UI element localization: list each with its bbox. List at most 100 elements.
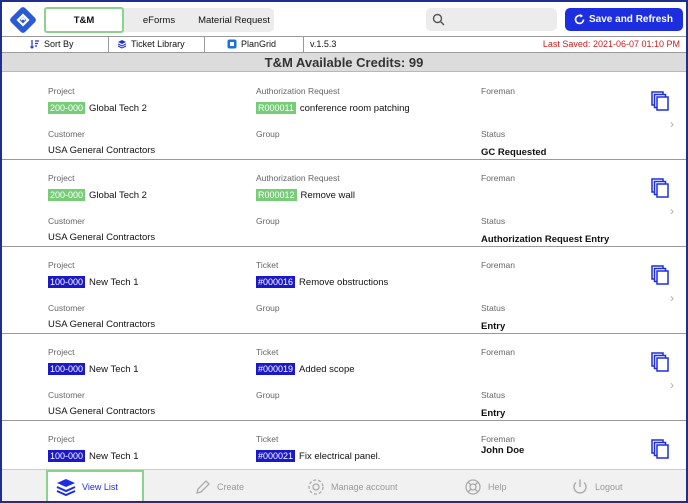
- customer-label: Customer: [48, 303, 85, 313]
- app-window: T&M eForms Material Request Save and Ref…: [0, 0, 688, 503]
- ticket-library-label: Ticket Library: [131, 39, 185, 49]
- customer-label: Customer: [48, 216, 85, 226]
- list-item[interactable]: Project 200-000 Global Tech 2 Customer U…: [2, 73, 686, 160]
- foreman-label: Foreman: [481, 86, 516, 96]
- project-name: Global Tech 2: [89, 189, 147, 201]
- ref-code-badge: #000021: [256, 450, 296, 462]
- app-logo-icon: [10, 7, 36, 33]
- foreman-value: John Doe: [481, 445, 525, 456]
- ref-value: R000012 Remove wall: [256, 189, 355, 201]
- ref-value: R000011 conference room patching: [256, 102, 410, 114]
- ref-code-badge: R000011: [256, 102, 296, 114]
- ref-title: conference room patching: [299, 102, 410, 114]
- copy-icon[interactable]: [651, 265, 669, 285]
- list-item[interactable]: Project 200-000 Global Tech 2 Customer U…: [2, 160, 686, 247]
- sort-by-label: Sort By: [44, 39, 74, 49]
- project-label: Project: [48, 173, 75, 183]
- group-label: Group: [256, 303, 280, 313]
- tab-bar: T&M eForms Material Request: [44, 7, 274, 33]
- nav-logout-label: Logout: [595, 481, 623, 492]
- ref-title: Remove obstructions: [299, 276, 389, 288]
- top-bar: T&M eForms Material Request Save and Ref…: [2, 2, 686, 36]
- ticket-library-button[interactable]: Ticket Library: [117, 39, 185, 49]
- version-label: v.1.5.3: [310, 39, 337, 49]
- project-value: 100-000 New Tech 1: [48, 363, 139, 375]
- bottom-nav: View List Create Manage account Help Log…: [2, 469, 686, 501]
- list-item[interactable]: Project 100-000 New Tech 1 Ticket #00002…: [2, 421, 686, 469]
- project-name: New Tech 1: [89, 276, 139, 288]
- copy-icon[interactable]: [651, 178, 669, 198]
- project-value: 100-000 New Tech 1: [48, 276, 139, 288]
- customer-label: Customer: [48, 129, 85, 139]
- plangrid-button[interactable]: PlanGrid: [227, 39, 276, 49]
- chevron-right-icon: ›: [670, 117, 674, 131]
- power-icon: [573, 479, 587, 494]
- copy-icon[interactable]: [651, 439, 669, 459]
- status-value: Entry: [481, 321, 506, 332]
- ref-code-badge: #000019: [256, 363, 296, 375]
- ref-title: Added scope: [299, 363, 355, 375]
- plangrid-label: PlanGrid: [241, 39, 277, 49]
- list-item[interactable]: Project 100-000 New Tech 1 Customer USA …: [2, 247, 686, 334]
- project-code-badge: 100-000: [48, 363, 86, 375]
- search-icon: [432, 13, 445, 26]
- search-input[interactable]: [426, 8, 557, 31]
- status-value: Authorization Request Entry: [481, 234, 610, 245]
- project-label: Project: [48, 260, 75, 270]
- gear-icon: [308, 478, 324, 495]
- nav-view-list[interactable]: View List: [46, 470, 144, 501]
- nav-view-list-label: View List: [82, 481, 118, 492]
- chevron-right-icon: ›: [670, 291, 674, 305]
- nav-manage-account-label: Manage account: [331, 481, 398, 492]
- project-name: New Tech 1: [89, 450, 139, 462]
- save-and-refresh-button[interactable]: Save and Refresh: [565, 8, 683, 31]
- ref-label: Ticket: [256, 260, 279, 270]
- tab-eforms[interactable]: eForms: [124, 8, 194, 32]
- project-code-badge: 200-000: [48, 102, 86, 114]
- nav-help[interactable]: Help: [464, 470, 507, 501]
- foreman-label: Foreman: [481, 434, 516, 444]
- group-label: Group: [256, 390, 280, 400]
- toolbar: Sort By Ticket Library PlanGrid v.1.5.3 …: [2, 36, 686, 53]
- nav-logout[interactable]: Logout: [571, 470, 623, 501]
- foreman-label: Foreman: [481, 260, 516, 270]
- ref-label: Authorization Request: [256, 86, 340, 96]
- save-and-refresh-label: Save and Refresh: [589, 14, 673, 25]
- ref-title: Remove wall: [300, 189, 355, 201]
- ticket-list: Project 200-000 Global Tech 2 Customer U…: [2, 73, 686, 469]
- nav-create[interactable]: Create: [195, 470, 245, 501]
- ref-title: Fix electrical panel.: [299, 450, 381, 462]
- ref-value: #000016 Remove obstructions: [256, 276, 388, 288]
- nav-create-label: Create: [217, 481, 245, 492]
- lifebuoy-icon: [465, 478, 481, 495]
- foreman-label: Foreman: [481, 173, 516, 183]
- tab-material-request[interactable]: Material Request: [194, 8, 274, 32]
- customer-value: USA General Contractors: [48, 406, 156, 417]
- ref-label: Authorization Request: [256, 173, 340, 183]
- copy-icon[interactable]: [651, 91, 669, 111]
- stack-icon: [56, 478, 76, 496]
- nav-manage-account[interactable]: Manage account: [307, 470, 398, 501]
- ref-value: #000019 Added scope: [256, 363, 355, 375]
- project-label: Project: [48, 434, 75, 444]
- customer-value: USA General Contractors: [48, 145, 156, 156]
- customer-value: USA General Contractors: [48, 232, 156, 243]
- tab-tm[interactable]: T&M: [44, 7, 124, 33]
- copy-icon[interactable]: [651, 352, 669, 372]
- status-label: Status: [481, 216, 506, 226]
- customer-value: USA General Contractors: [48, 319, 156, 330]
- credits-banner: T&M Available Credits: 99: [2, 53, 686, 72]
- sort-by-button[interactable]: Sort By: [30, 39, 74, 49]
- status-value: Entry: [481, 408, 506, 419]
- plangrid-icon: [227, 39, 237, 49]
- group-label: Group: [256, 216, 280, 226]
- status-label: Status: [481, 129, 506, 139]
- ref-value: #000021 Fix electrical panel.: [256, 450, 380, 462]
- ref-code-badge: #000016: [256, 276, 296, 288]
- status-value: GC Requested: [481, 147, 547, 158]
- list-item[interactable]: Project 100-000 New Tech 1 Customer USA …: [2, 334, 686, 421]
- project-label: Project: [48, 347, 75, 357]
- ref-label: Ticket: [256, 434, 279, 444]
- customer-label: Customer: [48, 390, 85, 400]
- project-value: 100-000 New Tech 1: [48, 450, 139, 462]
